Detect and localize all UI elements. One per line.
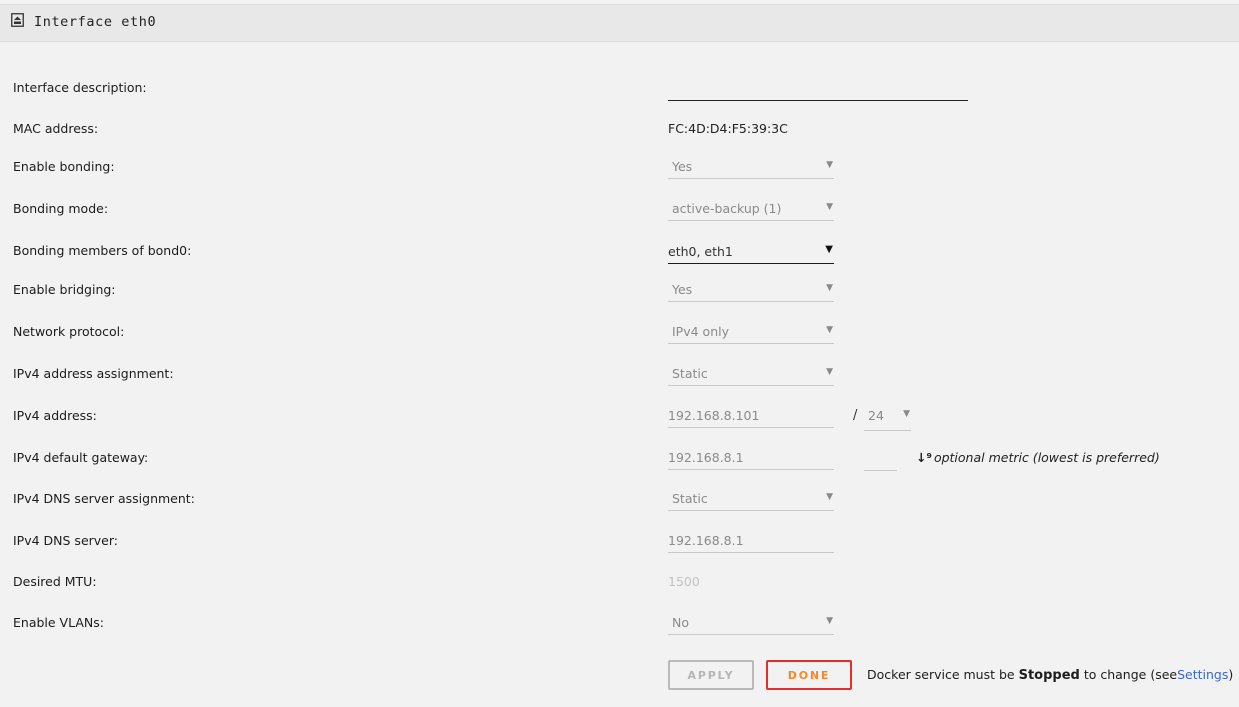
- ipv4-prefix-value: 24: [868, 408, 884, 423]
- bonding-members-label: Bonding members of bond0:: [13, 243, 192, 258]
- enable-bonding-select[interactable]: Yes ▼: [668, 156, 834, 179]
- done-button[interactable]: DONE: [766, 660, 852, 690]
- prefix-separator: /: [853, 408, 858, 423]
- bonding-members-select[interactable]: eth0, eth1 ▼: [668, 241, 834, 264]
- ipv4-address-value: 192.168.8.101: [668, 408, 760, 423]
- gateway-metric-hint-text: optional metric (lowest is preferred): [933, 450, 1160, 465]
- panel-header: Interface eth0: [0, 4, 1239, 42]
- network-interface-icon: [11, 13, 24, 27]
- dropdown-arrow-icon: ▼: [826, 202, 833, 212]
- interface-description-label: Interface description:: [13, 80, 147, 95]
- ipv4-prefix-select[interactable]: 24 ▼: [864, 408, 911, 431]
- bonding-members-value: eth0, eth1: [668, 244, 733, 259]
- bonding-mode-label: Bonding mode:: [13, 201, 109, 216]
- docker-status-note: Docker service must be Stopped to change…: [867, 667, 1233, 683]
- docker-note-prefix: Docker service must be: [867, 667, 1015, 682]
- settings-link[interactable]: Settings: [1177, 667, 1228, 682]
- ipv4-dns-assignment-label: IPv4 DNS server assignment:: [13, 491, 195, 506]
- desired-mtu-label: Desired MTU:: [13, 574, 97, 589]
- enable-vlans-select[interactable]: No ▼: [668, 612, 834, 635]
- network-protocol-select[interactable]: IPv4 only ▼: [668, 321, 834, 344]
- apply-button[interactable]: APPLY: [668, 660, 754, 690]
- docker-status: Stopped: [1018, 668, 1080, 683]
- enable-vlans-label: Enable VLANs:: [13, 615, 104, 630]
- panel-title: Interface eth0: [34, 14, 157, 30]
- gateway-metric-hint: ↓⁹ optional metric (lowest is preferred): [916, 450, 1160, 465]
- network-protocol-value: IPv4 only: [672, 324, 729, 339]
- dropdown-arrow-icon: ▼: [825, 244, 833, 255]
- dropdown-arrow-icon: ▼: [826, 325, 833, 335]
- dropdown-arrow-icon: ▼: [826, 616, 833, 626]
- ipv4-assignment-value: Static: [672, 366, 708, 381]
- enable-bridging-label: Enable bridging:: [13, 282, 116, 297]
- ipv4-address-label: IPv4 address:: [13, 408, 97, 423]
- ipv4-dns-server-input[interactable]: 192.168.8.1: [668, 530, 834, 553]
- ipv4-gateway-input[interactable]: 192.168.8.1: [668, 447, 834, 470]
- sort-numeric-icon: ↓⁹: [916, 450, 932, 465]
- interface-description-input[interactable]: [668, 100, 968, 101]
- ipv4-gateway-label: IPv4 default gateway:: [13, 450, 149, 465]
- enable-bonding-label: Enable bonding:: [13, 159, 115, 174]
- dropdown-arrow-icon: ▼: [903, 409, 910, 419]
- network-protocol-label: Network protocol:: [13, 324, 125, 339]
- enable-bonding-value: Yes: [672, 159, 693, 174]
- enable-bridging-select[interactable]: Yes ▼: [668, 279, 834, 302]
- dropdown-arrow-icon: ▼: [826, 492, 833, 502]
- gateway-metric-input[interactable]: [864, 450, 897, 471]
- ipv4-dns-assignment-select[interactable]: Static ▼: [668, 488, 834, 511]
- desired-mtu-placeholder: 1500: [668, 574, 700, 589]
- dropdown-arrow-icon: ▼: [826, 367, 833, 377]
- ipv4-gateway-value: 192.168.8.1: [668, 450, 744, 465]
- ipv4-dns-server-value: 192.168.8.1: [668, 533, 744, 548]
- enable-bridging-value: Yes: [672, 282, 693, 297]
- ipv4-address-input[interactable]: 192.168.8.101: [668, 405, 834, 428]
- ipv4-assignment-select[interactable]: Static ▼: [668, 363, 834, 386]
- bonding-mode-select[interactable]: active-backup (1) ▼: [668, 198, 834, 221]
- dropdown-arrow-icon: ▼: [826, 160, 833, 170]
- mac-address-value: FC:4D:D4:F5:39:3C: [668, 121, 788, 136]
- dropdown-arrow-icon: ▼: [826, 283, 833, 293]
- desired-mtu-input[interactable]: 1500: [668, 571, 834, 593]
- bonding-mode-value: active-backup (1): [672, 201, 782, 216]
- mac-address-label: MAC address:: [13, 121, 99, 136]
- ipv4-dns-server-label: IPv4 DNS server:: [13, 533, 118, 548]
- ipv4-dns-assignment-value: Static: [672, 491, 708, 506]
- docker-note-middle: to change (see: [1083, 667, 1178, 682]
- enable-vlans-value: No: [672, 615, 689, 630]
- ipv4-assignment-label: IPv4 address assignment:: [13, 366, 174, 381]
- docker-note-suffix: ): [1228, 667, 1234, 682]
